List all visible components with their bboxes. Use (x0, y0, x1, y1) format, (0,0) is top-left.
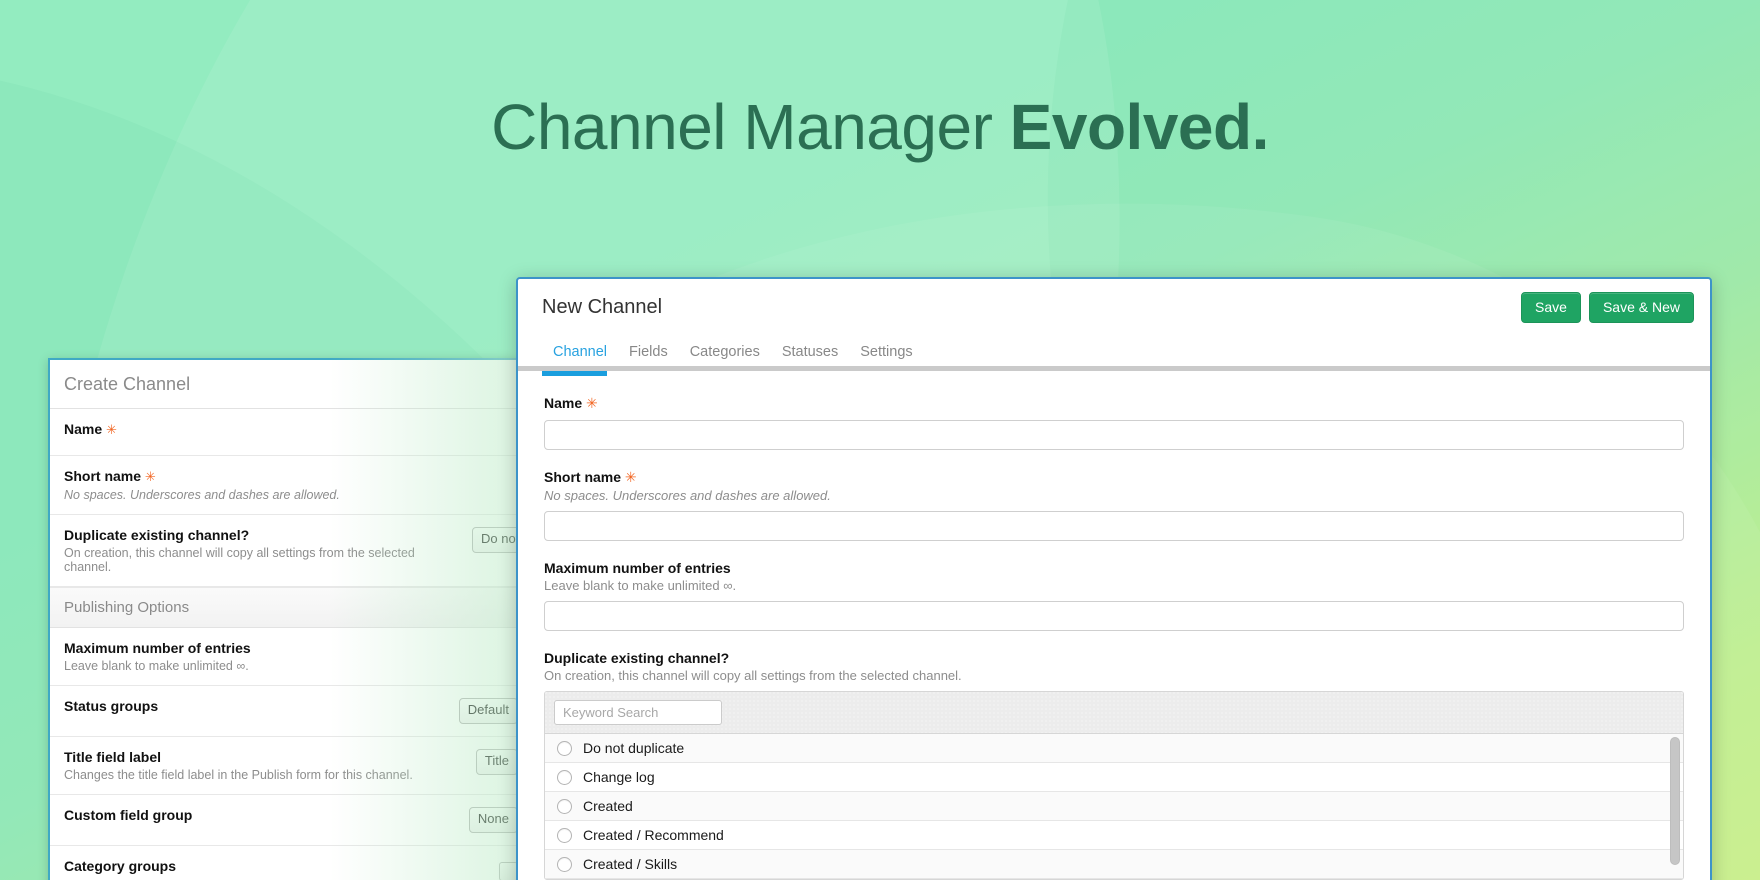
bg-hint-short-name: No spaces. Underscores and dashes are al… (64, 488, 340, 502)
bg-select-status-groups[interactable]: Default (458, 698, 518, 724)
new-channel-dialog: New Channel Save Save & New Channel Fiel… (516, 277, 1712, 880)
bg-row-short-name: Short name ✳ No spaces. Underscores and … (50, 456, 518, 515)
field-name: Name ✳ (544, 395, 1684, 450)
required-asterisk-icon: ✳ (106, 422, 117, 437)
bg-row-name: Name ✳ (50, 409, 518, 456)
list-item-label: Created / Skills (583, 856, 678, 872)
field-duplicate-channel: Duplicate existing channel? On creation,… (544, 650, 1684, 880)
bg-hint-max-entries: Leave blank to make unlimited ∞. (64, 659, 249, 673)
options-scrollbar-track[interactable] (1670, 737, 1680, 876)
dialog-header-actions: Save Save & New (1521, 291, 1696, 323)
field-duplicate-channel-hint: On creation, this channel will copy all … (544, 668, 962, 683)
bg-label-name-text: Name (64, 421, 103, 437)
bg-label-short-name: Short name ✳ (64, 468, 340, 485)
dialog-body: Name ✳ Short name ✳ No spaces. Underscor… (518, 371, 1710, 880)
bg-label-short-name-text: Short name (64, 468, 142, 484)
list-item-label: Created (583, 798, 633, 814)
page-background: Channel Manager Evolved. Create Channel … (0, 0, 1760, 880)
duplicate-channel-search-bar (545, 692, 1683, 734)
bg-section-publishing-options: Publishing Options (50, 587, 518, 628)
bg-row-max-entries: Maximum number of entries Leave blank to… (50, 628, 518, 686)
radio-icon[interactable] (557, 827, 572, 843)
hero-title-strong: Evolved. (1009, 91, 1270, 163)
bg-hint-duplicate: On creation, this channel will copy all … (64, 546, 415, 574)
duplicate-channel-options-scroll: Do not duplicate Change log Created Crea… (545, 734, 1683, 879)
field-short-name-hint: No spaces. Underscores and dashes are al… (544, 488, 831, 503)
options-scrollbar-thumb[interactable] (1670, 737, 1680, 865)
bg-label-duplicate: Duplicate existing channel? (64, 527, 250, 543)
bg-row-duplicate: Duplicate existing channel? On creation,… (50, 515, 518, 587)
field-max-entries: Maximum number of entries Leave blank to… (544, 560, 1684, 631)
radio-icon[interactable] (557, 740, 572, 756)
list-item[interactable]: Created / Recommend (545, 821, 1683, 850)
list-item[interactable]: Change log (545, 763, 1683, 792)
radio-icon[interactable] (557, 856, 572, 872)
short-name-input[interactable] (544, 511, 1684, 541)
field-short-name-label-text: Short name (544, 469, 622, 485)
dialog-header: New Channel Save Save & New (518, 279, 1710, 335)
field-max-entries-label: Maximum number of entries (544, 560, 731, 576)
duplicate-channel-picker: Do not duplicate Change log Created (544, 691, 1684, 880)
bg-select-title-field-label[interactable]: Title (475, 749, 518, 775)
keyword-search-input[interactable] (554, 700, 722, 725)
field-name-label: Name ✳ (544, 395, 1684, 412)
bg-row-status-groups: Status groups Default (50, 686, 518, 737)
tab-fields[interactable]: Fields (618, 344, 679, 371)
list-item[interactable]: Created (545, 792, 1683, 821)
field-short-name-label: Short name ✳ (544, 469, 1684, 486)
bg-row-category-groups: Category groups (50, 846, 518, 880)
bg-label-category-groups: Category groups (64, 858, 177, 874)
create-channel-panel: Create Channel Name ✳ Short name ✳ No sp… (48, 358, 518, 880)
hero-title: Channel Manager Evolved. (0, 92, 1760, 162)
tab-statuses[interactable]: Statuses (771, 344, 849, 371)
radio-icon[interactable] (557, 769, 572, 785)
bg-label-status-groups: Status groups (64, 698, 159, 714)
bg-label-name: Name ✳ (64, 421, 117, 438)
tab-channel[interactable]: Channel (542, 344, 618, 376)
required-asterisk-icon: ✳ (624, 469, 637, 485)
dialog-tabs: Channel Fields Categories Statuses Setti… (518, 335, 1710, 376)
bg-hint-title-field-label: Changes the title field label in the Pub… (64, 768, 413, 782)
field-duplicate-channel-label: Duplicate existing channel? (544, 650, 730, 666)
max-entries-input[interactable] (544, 601, 1684, 631)
hero-title-normal: Channel Manager (491, 91, 1010, 163)
list-item-label: Do not duplicate (583, 740, 685, 756)
save-button[interactable]: Save (1521, 291, 1581, 323)
bg-label-custom-field-group: Custom field group (64, 807, 193, 823)
dialog-title: New Channel (542, 295, 663, 318)
bg-label-max-entries: Maximum number of entries (64, 640, 251, 656)
radio-icon[interactable] (557, 798, 572, 814)
bg-row-custom-field-group: Custom field group None (50, 795, 518, 846)
tab-settings[interactable]: Settings (849, 344, 923, 371)
bg-row-title-field-label: Title field label Changes the title fiel… (50, 737, 518, 795)
create-channel-panel-title: Create Channel (50, 360, 518, 409)
required-asterisk-icon: ✳ (144, 469, 156, 484)
list-item-label: Created / Recommend (583, 827, 724, 843)
list-item-label: Change log (583, 769, 655, 785)
field-short-name: Short name ✳ No spaces. Underscores and … (544, 469, 1684, 541)
name-input[interactable] (544, 420, 1684, 450)
list-item[interactable]: Created / Skills (545, 850, 1683, 879)
tab-categories[interactable]: Categories (679, 344, 771, 371)
field-max-entries-hint: Leave blank to make unlimited ∞. (544, 578, 737, 593)
bg-label-title-field-label: Title field label (64, 749, 161, 765)
required-asterisk-icon: ✳ (586, 395, 598, 411)
list-item[interactable]: Do not duplicate (545, 734, 1683, 763)
field-name-label-text: Name (544, 395, 583, 411)
bg-select-custom-field-group[interactable]: None (468, 807, 518, 833)
bg-select-duplicate[interactable]: Do not duplicate (472, 527, 518, 553)
save-and-new-button[interactable]: Save & New (1588, 291, 1694, 323)
